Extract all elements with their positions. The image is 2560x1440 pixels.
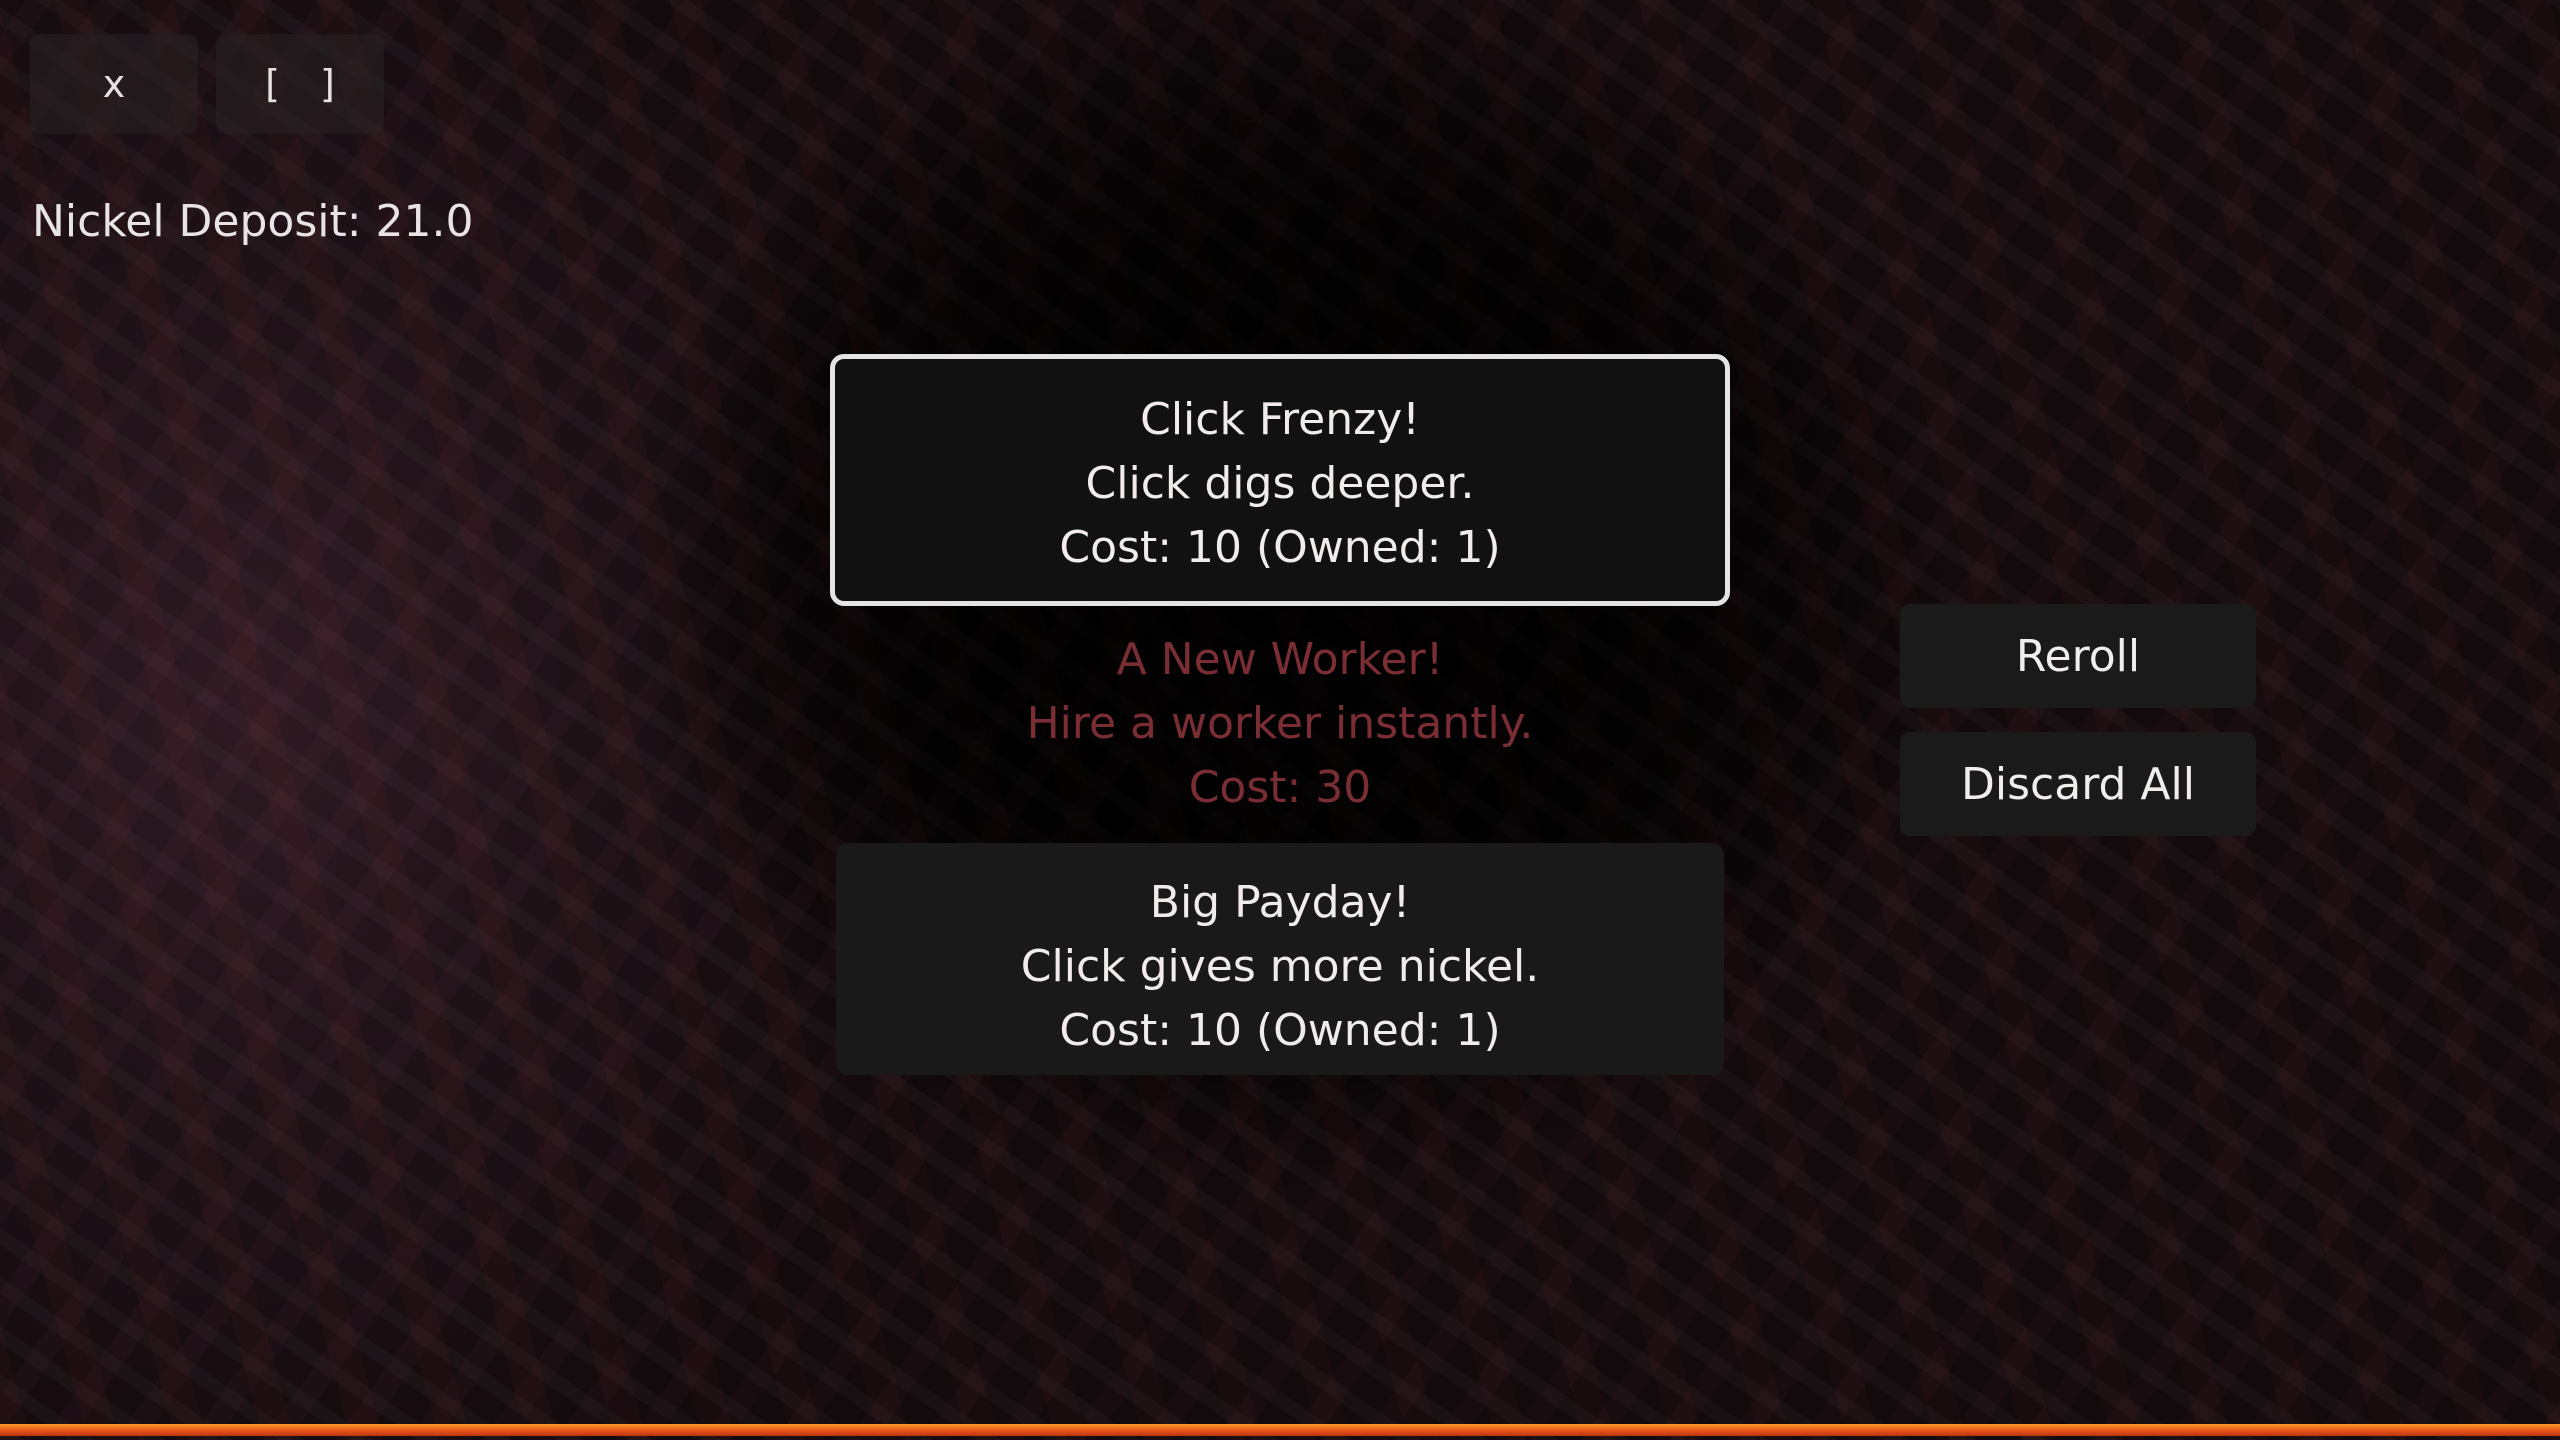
reroll-button[interactable]: Reroll — [1900, 604, 2256, 708]
discard-all-label: Discard All — [1961, 758, 2195, 810]
progress-bar — [0, 1424, 2560, 1436]
reroll-label: Reroll — [2015, 630, 2141, 682]
upgrade-description: Hire a worker instantly. — [1026, 698, 1534, 749]
upgrade-description: Click digs deeper. — [1085, 458, 1475, 509]
nickel-deposit-counter: Nickel Deposit: 21.0 — [32, 196, 474, 247]
upgrade-title: Click Frenzy! — [1140, 394, 1420, 445]
upgrade-description: Click gives more nickel. — [1020, 941, 1540, 992]
upgrade-title: A New Worker! — [1116, 634, 1444, 685]
upgrade-cost: Cost: 30 — [1188, 762, 1372, 813]
close-label: x — [102, 62, 126, 106]
maximize-button[interactable]: [ ] — [216, 34, 384, 134]
upgrade-card-new-worker[interactable]: A New Worker! Hire a worker instantly. C… — [830, 626, 1730, 816]
upgrade-cost: Cost: 10 (Owned: 1) — [1059, 1005, 1501, 1056]
maximize-label: [ ] — [265, 62, 349, 106]
game-scene: x [ ] Nickel Deposit: 21.0 Click Frenzy!… — [0, 0, 2560, 1440]
progress-bar-fill — [0, 1424, 2560, 1436]
close-button[interactable]: x — [30, 34, 198, 134]
upgrade-card-click-frenzy[interactable]: Click Frenzy! Click digs deeper. Cost: 1… — [830, 354, 1730, 606]
discard-all-button[interactable]: Discard All — [1900, 732, 2256, 836]
upgrade-card-big-payday[interactable]: Big Payday! Click gives more nickel. Cos… — [836, 843, 1724, 1075]
upgrade-title: Big Payday! — [1149, 877, 1411, 928]
upgrade-cost: Cost: 10 (Owned: 1) — [1059, 522, 1501, 573]
